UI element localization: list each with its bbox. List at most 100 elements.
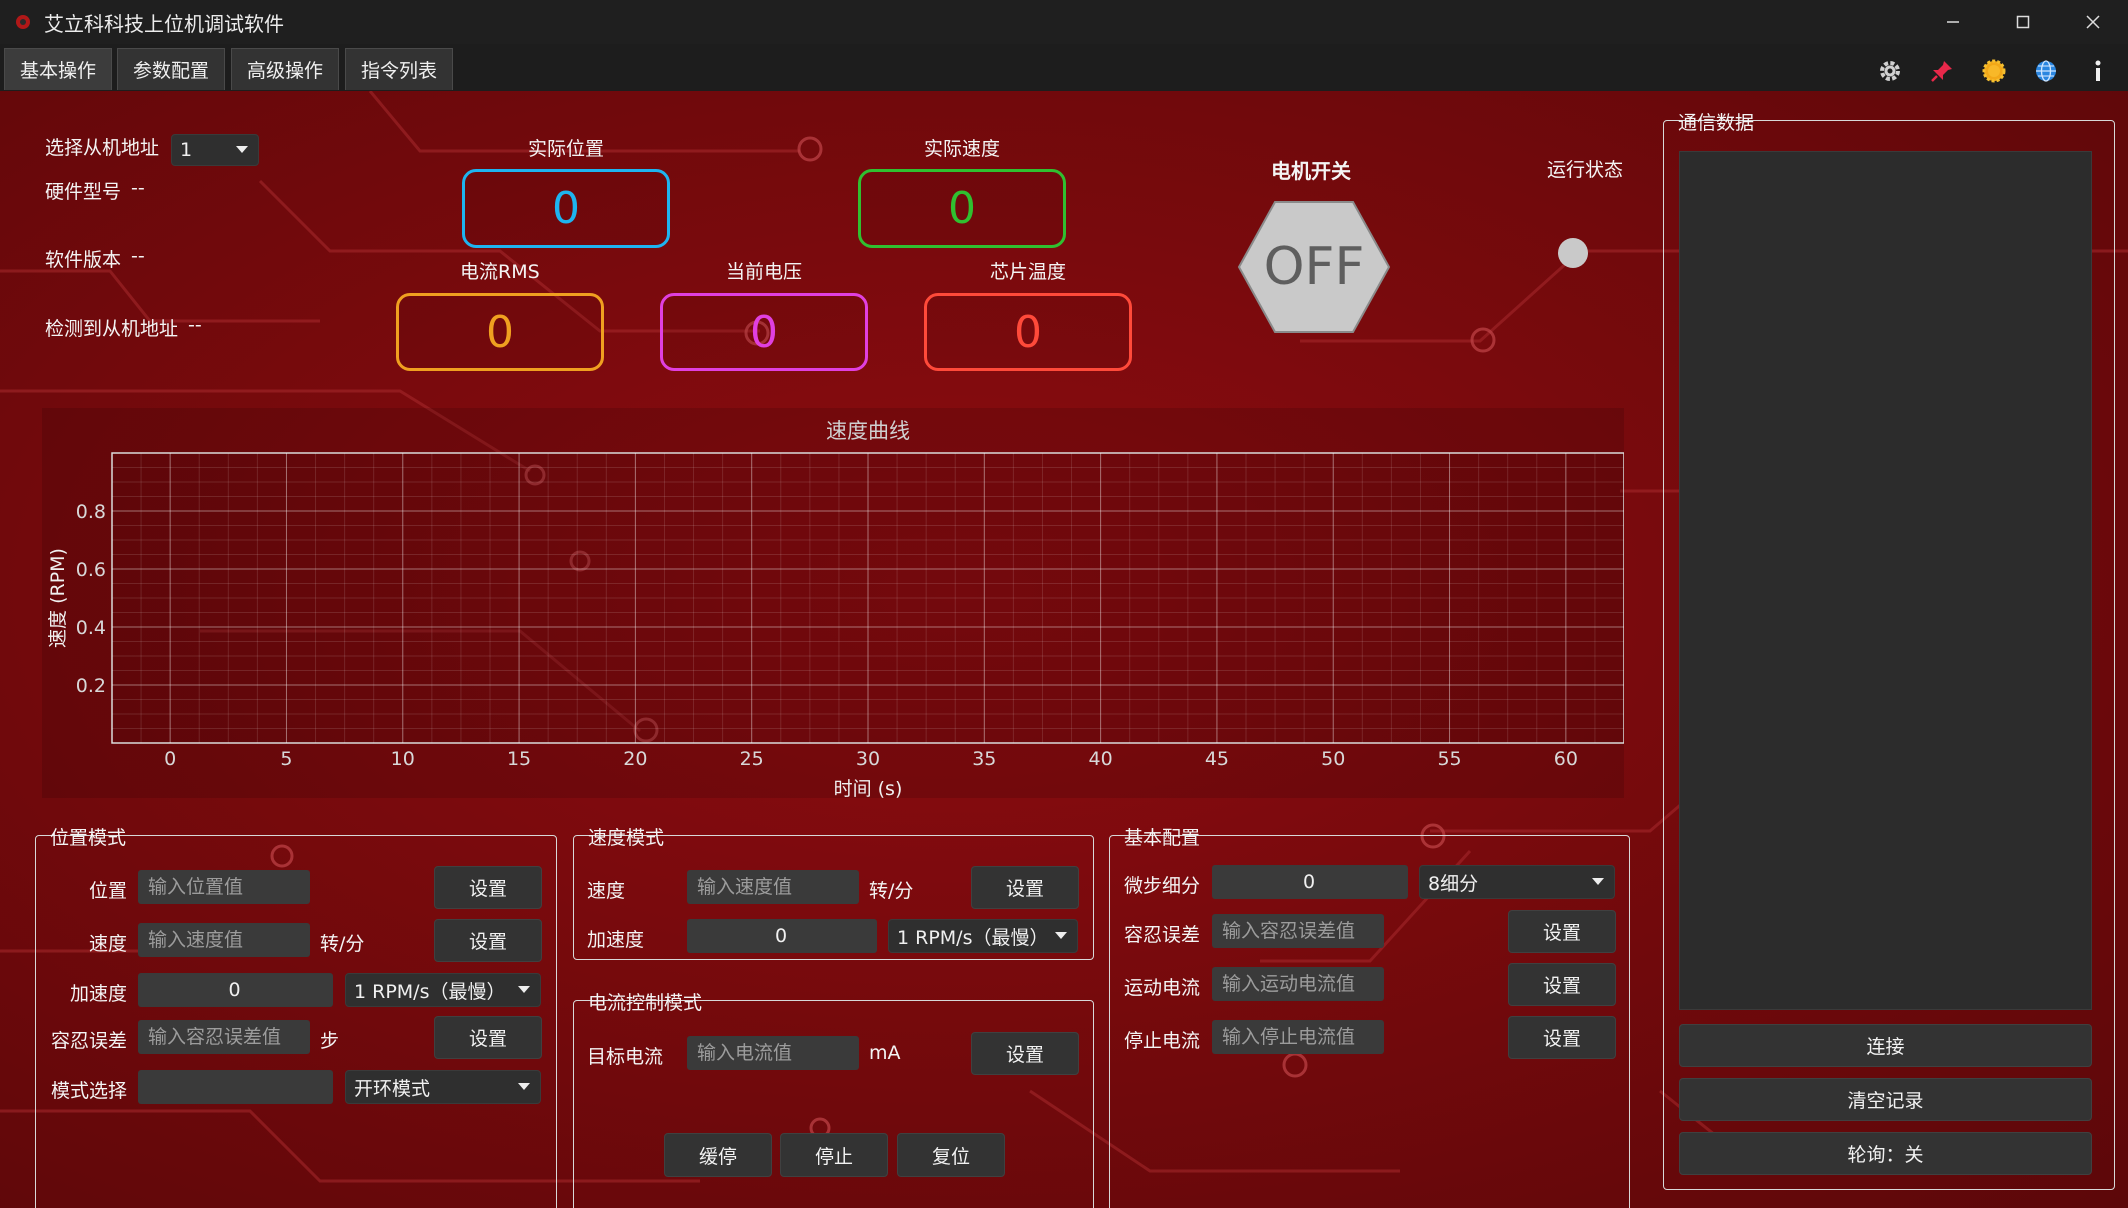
speed-mode-accel-option: 1 RPM/s（最慢） xyxy=(897,926,1049,949)
config-tolerance-label: 容忍误差 xyxy=(1124,924,1201,946)
chip-temp-display: 0 xyxy=(924,293,1132,371)
position-speed-set-button[interactable]: 设置 xyxy=(434,919,542,962)
software-version-label: 软件版本 xyxy=(45,249,122,271)
tab-command-list[interactable]: 指令列表 xyxy=(345,48,453,90)
slave-address-value: 1 xyxy=(180,139,193,161)
settings-button[interactable] xyxy=(1874,55,1906,87)
language-button[interactable] xyxy=(2030,55,2062,87)
reset-button[interactable]: 复位 xyxy=(897,1133,1005,1177)
position-accel-label: 加速度 xyxy=(70,983,128,1005)
mode-select[interactable]: 开环模式 xyxy=(345,1070,541,1104)
mode-select-option: 开环模式 xyxy=(354,1077,431,1100)
title-bar: 艾立科科技上位机调试软件 xyxy=(0,0,2128,44)
software-version-value: -- xyxy=(131,245,145,267)
microstep-input[interactable] xyxy=(1212,865,1408,899)
x-tick-label: 30 xyxy=(856,748,880,770)
x-tick-label: 25 xyxy=(740,748,764,770)
globe-icon xyxy=(2036,60,2056,82)
position-input[interactable] xyxy=(138,870,310,904)
run-current-label: 运动电流 xyxy=(1124,977,1201,999)
position-tolerance-label: 容忍误差 xyxy=(51,1030,128,1052)
gear-icon xyxy=(1880,61,1900,81)
stop-button[interactable]: 停止 xyxy=(780,1133,888,1177)
comm-data-log[interactable] xyxy=(1679,151,2092,1010)
motor-switch-button[interactable]: OFF xyxy=(1235,198,1393,336)
clear-log-button[interactable]: 清空记录 xyxy=(1679,1078,2092,1121)
close-icon xyxy=(2086,15,2100,29)
x-tick-label: 15 xyxy=(507,748,531,770)
actual-speed-label: 实际速度 xyxy=(924,138,1001,160)
x-tick-label: 40 xyxy=(1089,748,1113,770)
position-set-button[interactable]: 设置 xyxy=(434,866,542,909)
x-tick-label: 10 xyxy=(391,748,415,770)
hardware-model-label: 硬件型号 xyxy=(45,181,122,203)
target-current-input[interactable] xyxy=(687,1036,859,1070)
x-tick-label: 45 xyxy=(1205,748,1229,770)
pin-icon xyxy=(1931,61,1952,82)
pin-button[interactable] xyxy=(1926,55,1958,87)
position-tolerance-set-button[interactable]: 设置 xyxy=(434,1016,542,1059)
y-tick-label: 0.6 xyxy=(76,559,106,581)
minimize-button[interactable] xyxy=(1918,0,1988,44)
tab-advanced-operation[interactable]: 高级操作 xyxy=(231,48,339,90)
tab-parameter-config[interactable]: 参数配置 xyxy=(117,48,225,90)
tab-basic-operation[interactable]: 基本操作 xyxy=(4,48,112,90)
y-tick-label: 0.2 xyxy=(76,675,106,697)
run-current-input[interactable] xyxy=(1212,967,1384,1001)
position-accel-select[interactable]: 1 RPM/s（最慢） xyxy=(345,973,541,1007)
maximize-icon xyxy=(2016,15,2030,29)
stop-current-set-button[interactable]: 设置 xyxy=(1508,1016,1616,1059)
config-tolerance-input[interactable] xyxy=(1212,914,1384,948)
about-button[interactable] xyxy=(2082,55,2114,87)
stop-current-label: 停止电流 xyxy=(1124,1030,1201,1052)
y-tick-label: 0.8 xyxy=(76,501,106,523)
speed-mode-set-button[interactable]: 设置 xyxy=(971,866,1079,909)
run-current-set-button[interactable]: 设置 xyxy=(1508,963,1616,1006)
mode-select-input[interactable] xyxy=(138,1070,333,1104)
connect-button[interactable]: 连接 xyxy=(1679,1024,2092,1067)
speed-mode-accel-label: 加速度 xyxy=(587,929,645,951)
window-controls xyxy=(1918,0,2128,44)
info-icon xyxy=(2095,60,2101,81)
theme-button[interactable] xyxy=(1978,55,2010,87)
chevron-down-icon xyxy=(518,1083,530,1090)
slow-stop-button[interactable]: 缓停 xyxy=(664,1133,772,1177)
stop-current-input[interactable] xyxy=(1212,1020,1384,1054)
current-rms-display: 0 xyxy=(396,293,604,371)
mode-select-label: 模式选择 xyxy=(51,1080,128,1102)
config-tolerance-set-button[interactable]: 设置 xyxy=(1508,910,1616,953)
sun-icon xyxy=(1982,59,2006,83)
chevron-down-icon xyxy=(518,986,530,993)
speed-mode-speed-unit: 转/分 xyxy=(869,880,914,902)
speed-mode-accel-input[interactable] xyxy=(687,919,877,953)
run-state-label: 运行状态 xyxy=(1547,159,1624,181)
x-tick-label: 55 xyxy=(1437,748,1461,770)
position-tolerance-input[interactable] xyxy=(138,1020,310,1054)
x-axis-label: 时间 (s) xyxy=(834,778,903,798)
current-rms-label: 电流RMS xyxy=(460,261,540,283)
speed-mode-accel-select[interactable]: 1 RPM/s（最慢） xyxy=(888,919,1078,953)
maximize-button[interactable] xyxy=(1988,0,2058,44)
slave-address-select[interactable]: 1 xyxy=(171,134,259,166)
poll-toggle-button[interactable]: 轮询：关 xyxy=(1679,1132,2092,1175)
speed-mode-speed-input[interactable] xyxy=(687,870,859,904)
close-button[interactable] xyxy=(2058,0,2128,44)
x-tick-label: 35 xyxy=(972,748,996,770)
position-tolerance-unit: 步 xyxy=(320,1030,340,1052)
position-speed-input[interactable] xyxy=(138,923,310,957)
target-current-set-button[interactable]: 设置 xyxy=(971,1032,1079,1075)
basic-config-title: 基本配置 xyxy=(1124,827,1201,849)
actual-position-label: 实际位置 xyxy=(528,138,605,160)
x-tick-label: 60 xyxy=(1554,748,1578,770)
actual-speed-display: 0 xyxy=(858,169,1066,248)
tab-bar: 基本操作 参数配置 高级操作 指令列表 xyxy=(0,44,2128,91)
microstep-select[interactable]: 8细分 xyxy=(1419,865,1615,899)
position-accel-input[interactable] xyxy=(138,973,333,1007)
motor-switch-state: OFF xyxy=(1264,237,1365,297)
position-label: 位置 xyxy=(89,880,128,902)
actual-position-display: 0 xyxy=(462,169,670,248)
chart-title: 速度曲线 xyxy=(826,419,910,443)
voltage-display: 0 xyxy=(660,293,868,371)
target-current-label: 目标电流 xyxy=(587,1046,664,1068)
detected-address-label: 检测到从机地址 xyxy=(45,318,179,340)
